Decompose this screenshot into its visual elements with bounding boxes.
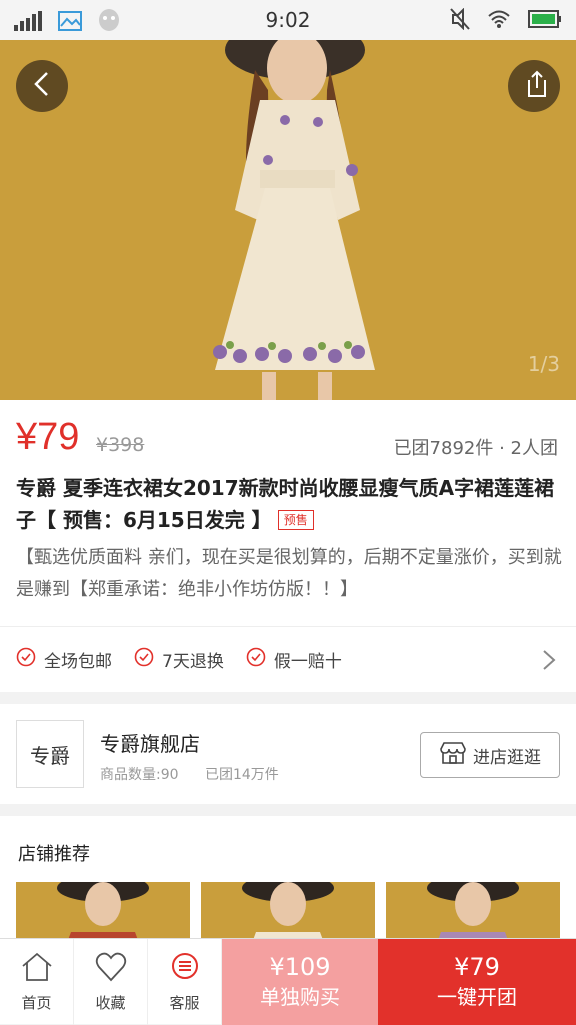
shop-sold-count: 已团14万件	[204, 767, 279, 783]
guarantee-item: 假一赔十	[246, 647, 342, 672]
guarantee-label: 假一赔十	[273, 652, 342, 672]
chat-icon	[169, 952, 201, 992]
mute-icon	[450, 7, 470, 34]
guarantee-item: 全场包邮	[16, 647, 112, 672]
service-label: 客服	[169, 993, 200, 1012]
heart-icon	[95, 952, 127, 992]
home-label: 首页	[21, 993, 52, 1012]
start-group-button[interactable]: ¥79 一键开团	[378, 939, 576, 1025]
bottom-action-bar: 首页 收藏 客服 ¥109 单独购买 ¥79 一键开团	[0, 938, 576, 1025]
share-button[interactable]	[508, 60, 560, 112]
check-circle-icon	[246, 647, 274, 672]
shop-meta: 商品数量:90 已团14万件	[100, 764, 301, 784]
product-title: 专爵 夏季连衣裙女2017新款时尚收腰显瘦气质A字裙莲莲裙子【 预售：6月15日…	[16, 472, 564, 536]
group-sales-info: 已团7892件 · 2人团	[393, 438, 558, 459]
group-buy-price: ¥79	[454, 953, 500, 981]
shop-goods-count: 商品数量:90	[100, 767, 179, 783]
group-price: ¥79	[16, 416, 80, 458]
back-button[interactable]	[16, 60, 68, 112]
presale-badge: 预售	[277, 510, 314, 530]
status-bar: 9:02	[0, 0, 576, 40]
guarantee-label: 全场包邮	[44, 652, 112, 672]
guarantee-label: 7天退换	[162, 652, 224, 672]
product-info: ¥79 ¥398 已团7892件 · 2人团 专爵 夏季连衣裙女2017新款时尚…	[0, 400, 576, 626]
guarantee-item: 7天退换	[134, 647, 224, 672]
home-icon	[21, 952, 53, 992]
visit-shop-button[interactable]: 进店逛逛	[420, 732, 560, 778]
shop-card: 专爵 专爵旗舰店 商品数量:90 已团14万件 进店逛逛	[0, 704, 576, 804]
service-guarantees[interactable]: 全场包邮 7天退换 假一赔十	[0, 626, 576, 692]
solo-label: 单独购买	[260, 985, 340, 1009]
recommend-title: 店铺推荐	[18, 844, 90, 865]
favorite-button[interactable]: 收藏	[74, 939, 148, 1025]
check-circle-icon	[16, 647, 44, 672]
wifi-icon	[488, 10, 510, 32]
share-icon	[521, 70, 547, 102]
visit-shop-label: 进店逛逛	[473, 747, 541, 768]
chevron-right-icon	[542, 649, 556, 675]
shop-name: 专爵旗舰店	[100, 732, 200, 756]
shop-logo[interactable]: 专爵	[16, 720, 84, 788]
home-button[interactable]: 首页	[0, 939, 74, 1025]
chevron-left-icon	[31, 71, 53, 101]
check-circle-icon	[134, 647, 162, 672]
solo-price: ¥109	[269, 953, 331, 981]
store-icon	[439, 741, 473, 770]
favorite-label: 收藏	[95, 993, 126, 1012]
customer-service-button[interactable]: 客服	[148, 939, 222, 1025]
battery-icon	[528, 10, 562, 32]
image-page-indicator: 1/3	[527, 352, 560, 376]
buy-alone-button[interactable]: ¥109 单独购买	[222, 939, 378, 1025]
original-price: ¥398	[96, 434, 145, 456]
product-image[interactable]: 1/3	[0, 40, 576, 400]
dress-illustration	[0, 40, 576, 400]
product-description: 【甄选优质面料 亲们，现在买是很划算的，后期不定量涨价，买到就是赚到【郑重承诺：…	[16, 547, 562, 600]
group-buy-label: 一键开团	[437, 985, 517, 1009]
